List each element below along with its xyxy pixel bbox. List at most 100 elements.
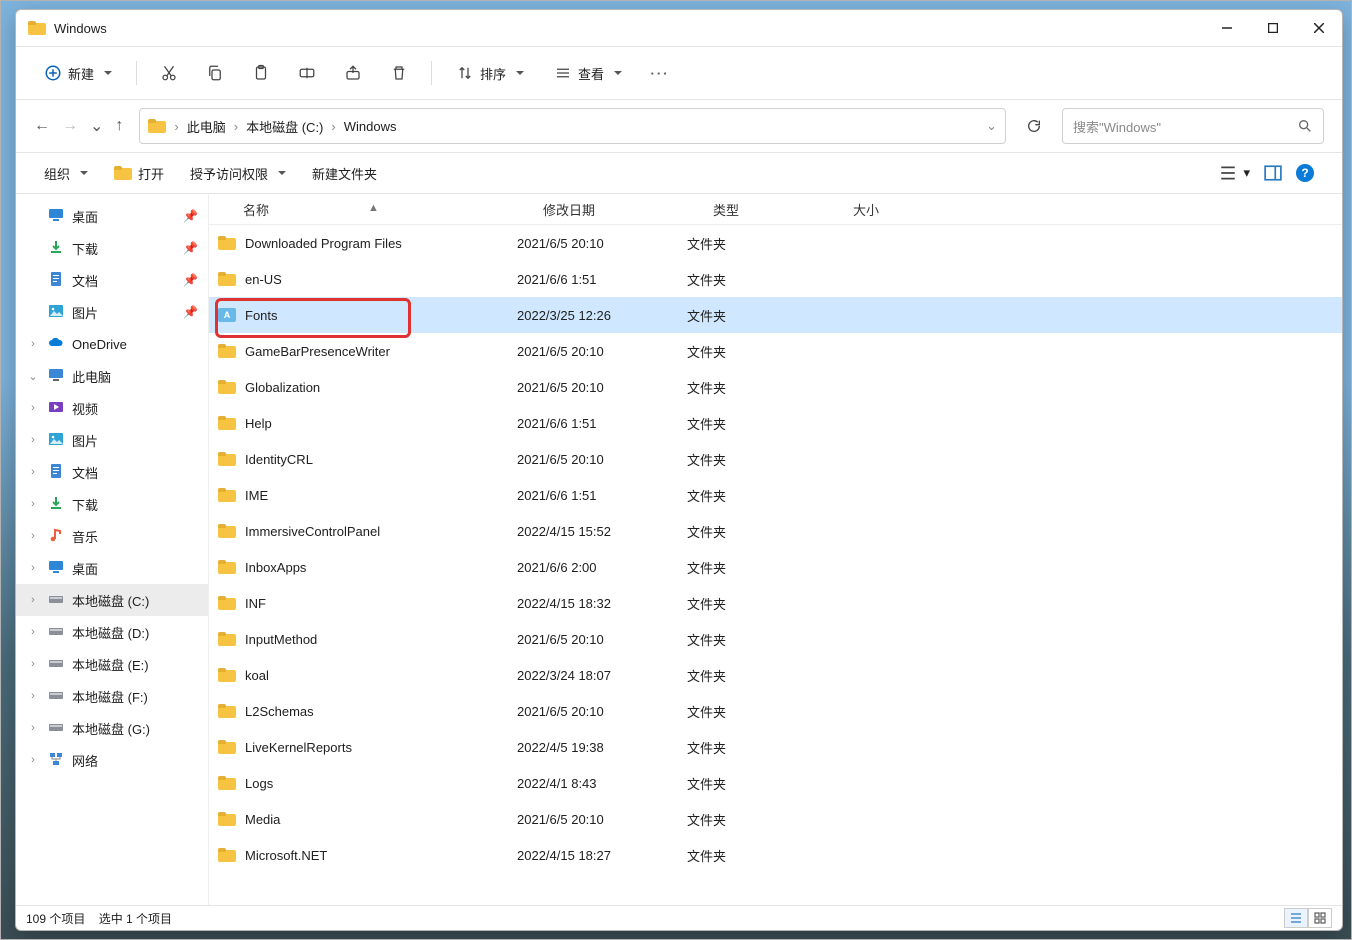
tree-toggle[interactable]: › [26,530,40,542]
minimize-button[interactable] [1204,10,1250,46]
sort-button[interactable]: 排序 [446,57,534,89]
tree-toggle[interactable]: › [26,402,40,414]
column-size[interactable]: 大小 [853,200,953,219]
address-dropdown[interactable]: ⌄ [986,118,997,134]
file-row[interactable]: InputMethod2021/6/5 20:10文件夹 [209,621,1342,657]
file-row[interactable]: Help2021/6/6 1:51文件夹 [209,405,1342,441]
file-row[interactable]: en-US2021/6/6 1:51文件夹 [209,261,1342,297]
file-date: 2021/6/5 20:10 [517,344,687,359]
maximize-button[interactable] [1250,10,1296,46]
tree-toggle[interactable]: › [26,434,40,446]
tree-toggle[interactable]: › [26,658,40,670]
refresh-button[interactable] [1018,110,1050,142]
column-date[interactable]: 修改日期 [543,200,713,219]
up-button[interactable]: ↑ [115,117,123,135]
nav-item[interactable]: ›OneDrive [16,328,208,360]
nav-item[interactable]: ›本地磁盘 (E:) [16,648,208,680]
organize-button[interactable]: 组织 [40,161,92,186]
nav-item[interactable]: ›本地磁盘 (D:) [16,616,208,648]
file-row[interactable]: InboxApps2021/6/6 2:00文件夹 [209,549,1342,585]
column-name[interactable]: 名称 [217,200,543,219]
nav-label: 本地磁盘 (G:) [72,719,150,738]
breadcrumb[interactable]: 本地磁盘 (C:) [246,117,323,136]
new-button[interactable]: 新建 [34,57,122,89]
file-row[interactable]: IME2021/6/6 1:51文件夹 [209,477,1342,513]
file-row[interactable]: Media2021/6/5 20:10文件夹 [209,801,1342,837]
file-row[interactable]: Downloaded Program Files2021/6/5 20:10文件… [209,225,1342,261]
nav-item[interactable]: ›本地磁盘 (C:) [16,584,208,616]
file-row[interactable]: Fonts2022/3/25 12:26文件夹 [209,297,1342,333]
cut-button[interactable] [151,57,187,89]
tree-toggle[interactable]: › [26,338,40,350]
tree-toggle[interactable]: › [26,498,40,510]
breadcrumb[interactable]: 此电脑 [187,117,226,136]
tree-toggle[interactable]: › [26,754,40,766]
close-button[interactable] [1296,10,1342,46]
tree-toggle[interactable]: ⌄ [26,370,40,383]
pin-icon: 📌 [183,241,198,255]
forward-button[interactable]: → [62,117,78,135]
recent-button[interactable]: ⌄ [90,116,103,136]
preview-pane-button[interactable] [1260,161,1286,185]
open-button[interactable]: 打开 [110,161,168,186]
grant-access-button[interactable]: 授予访问权限 [186,161,290,186]
nav-item[interactable]: 下载📌 [16,232,208,264]
file-type: 文件夹 [687,522,827,541]
nav-item[interactable]: ›视频 [16,392,208,424]
tree-toggle[interactable]: › [26,562,40,574]
nav-item[interactable]: 桌面📌 [16,200,208,232]
nav-label: 桌面 [72,559,98,578]
tree-toggle[interactable]: › [26,722,40,734]
address-bar[interactable]: › 此电脑 › 本地磁盘 (C:) › Windows ⌄ [139,108,1006,144]
nav-item[interactable]: 文档📌 [16,264,208,296]
file-row[interactable]: INF2022/4/15 18:32文件夹 [209,585,1342,621]
more-button[interactable]: ··· [642,57,678,89]
file-row[interactable]: koal2022/3/24 18:07文件夹 [209,657,1342,693]
search-box[interactable]: 搜索"Windows" [1062,108,1324,144]
view-button[interactable]: 查看 [544,57,632,89]
tree-toggle[interactable]: › [26,466,40,478]
nav-icon [48,655,64,674]
nav-item[interactable]: ›图片 [16,424,208,456]
copy-button[interactable] [197,57,233,89]
file-row[interactable]: Logs2022/4/1 8:43文件夹 [209,765,1342,801]
file-row[interactable]: Microsoft.NET2022/4/15 18:27文件夹 [209,837,1342,873]
nav-item[interactable]: › 桌面 [16,552,208,584]
new-folder-button[interactable]: 新建文件夹 [308,161,381,186]
rename-button[interactable] [289,57,325,89]
icons-view-button[interactable] [1308,908,1332,928]
details-view-button[interactable] [1284,908,1308,928]
help-button[interactable]: ? [1292,161,1318,185]
back-button[interactable]: ← [34,117,50,135]
delete-button[interactable] [381,57,417,89]
share-button[interactable] [335,57,371,89]
tree-toggle[interactable]: › [26,626,40,638]
address-bar-row: ← → ⌄ ↑ › 此电脑 › 本地磁盘 (C:) › Windows ⌄ 搜索… [16,100,1342,153]
nav-label: 图片 [72,303,98,322]
file-row[interactable]: Globalization2021/6/5 20:10文件夹 [209,369,1342,405]
file-row[interactable]: L2Schemas2021/6/5 20:10文件夹 [209,693,1342,729]
file-type: 文件夹 [687,558,827,577]
paste-button[interactable] [243,57,279,89]
file-row[interactable]: IdentityCRL2021/6/5 20:10文件夹 [209,441,1342,477]
nav-item[interactable]: ›文档 [16,456,208,488]
file-row[interactable]: LiveKernelReports2022/4/5 19:38文件夹 [209,729,1342,765]
nav-item[interactable]: ›网络 [16,744,208,776]
file-row[interactable]: GameBarPresenceWriter2021/6/5 20:10文件夹 [209,333,1342,369]
layout-options-button[interactable]: ▾ [1215,161,1254,185]
tree-toggle[interactable]: › [26,594,40,606]
tree-toggle[interactable]: › [26,690,40,702]
nav-item[interactable]: ›下载 [16,488,208,520]
file-row[interactable]: ImmersiveControlPanel2022/4/15 15:52文件夹 [209,513,1342,549]
nav-item[interactable]: › 本地磁盘 (G:) [16,712,208,744]
file-type: 文件夹 [687,486,827,505]
nav-item[interactable]: ⌄此电脑 [16,360,208,392]
column-type[interactable]: 类型 [713,200,853,219]
nav-item[interactable]: ›本地磁盘 (F:) [16,680,208,712]
navigation-pane[interactable]: 桌面📌下载📌文档📌图片📌›OneDrive⌄此电脑›视频›图片›文档›下载›音乐… [16,194,209,905]
nav-item[interactable]: ›音乐 [16,520,208,552]
pane-icon [1264,164,1282,182]
file-list[interactable]: Downloaded Program Files2021/6/5 20:10文件… [209,225,1342,905]
nav-item[interactable]: 图片📌 [16,296,208,328]
breadcrumb[interactable]: Windows [344,119,397,134]
